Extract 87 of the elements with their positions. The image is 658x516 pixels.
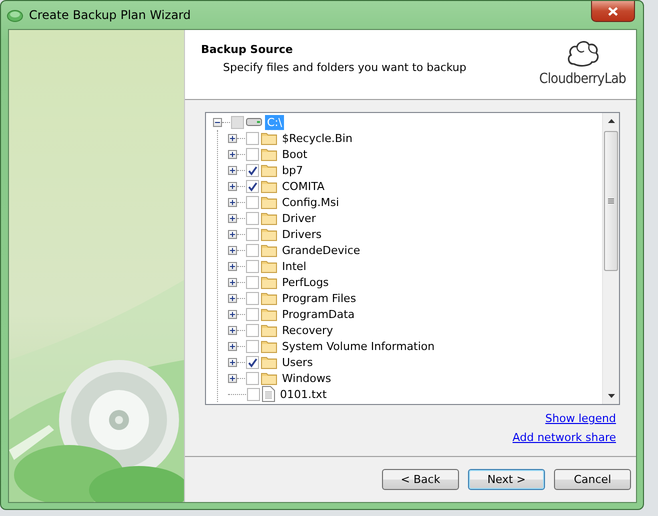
expand-icon[interactable] [228, 374, 237, 382]
folder-icon [261, 180, 277, 192]
checkbox[interactable] [246, 356, 259, 368]
expand-icon[interactable] [228, 150, 237, 158]
tree-item[interactable]: Users [280, 354, 315, 370]
cloud-logo-icon [566, 38, 600, 68]
logo-text: CloudberryLab [539, 71, 626, 87]
close-button[interactable] [591, 1, 635, 22]
checkbox[interactable] [231, 116, 244, 128]
tree-item[interactable]: ProgramData [280, 306, 357, 322]
checkbox[interactable] [246, 180, 259, 192]
folder-icon [261, 356, 277, 368]
tree-item[interactable]: System Volume Information [280, 338, 437, 354]
scrollbar[interactable] [602, 113, 619, 404]
tree-item[interactable]: Config.Msi [280, 194, 342, 210]
folder-icon [261, 276, 277, 288]
wizard-button[interactable]: Next > [468, 469, 545, 490]
cloud-icon [7, 8, 23, 22]
folder-icon [261, 212, 277, 224]
checkbox[interactable] [246, 372, 259, 384]
folder-icon [261, 164, 277, 176]
folder-icon [261, 228, 277, 240]
expand-icon[interactable] [228, 230, 237, 238]
wizard-button[interactable]: Cancel [554, 469, 631, 490]
link[interactable]: Add network share [512, 431, 616, 444]
tree-item[interactable]: PerfLogs [280, 274, 331, 290]
checkbox[interactable] [246, 148, 259, 160]
tree-item[interactable]: GrandeDevice [280, 242, 362, 258]
checkbox[interactable] [246, 292, 259, 304]
checkbox[interactable] [246, 212, 259, 224]
folder-icon [261, 244, 277, 256]
page-title: Backup Source [201, 43, 294, 56]
expand-icon[interactable] [228, 310, 237, 318]
expand-icon[interactable] [228, 166, 237, 174]
folder-icon [261, 148, 277, 160]
checkbox[interactable] [246, 228, 259, 240]
tree-item[interactable]: Intel [280, 258, 308, 274]
link[interactable]: Show legend [545, 412, 616, 425]
expand-icon[interactable] [228, 214, 237, 222]
tree-item[interactable]: Program Files [280, 290, 358, 306]
checkbox[interactable] [246, 244, 259, 256]
folder-icon [261, 340, 277, 352]
tree-item[interactable]: bp7 [280, 162, 305, 178]
checkbox[interactable] [246, 308, 259, 320]
wizard-button[interactable]: < Back [382, 469, 459, 490]
folder-icon [261, 196, 277, 208]
expand-icon[interactable] [228, 326, 237, 334]
expand-icon[interactable] [228, 278, 237, 286]
expand-icon[interactable] [228, 294, 237, 302]
folder-icon [261, 372, 277, 384]
expand-icon[interactable] [228, 246, 237, 254]
checkbox[interactable] [247, 388, 260, 400]
folder-icon [261, 260, 277, 272]
folder-icon [261, 292, 277, 304]
tree-item[interactable]: Windows [280, 370, 334, 386]
tree-item[interactable]: $Recycle.Bin [280, 130, 354, 146]
expand-icon[interactable] [228, 342, 237, 350]
expand-icon[interactable] [228, 182, 237, 190]
text-file-icon [262, 386, 275, 402]
checkbox[interactable] [246, 132, 259, 144]
tree-item[interactable]: Recovery [280, 322, 336, 338]
expand-icon[interactable] [228, 198, 237, 206]
expand-icon[interactable] [228, 358, 237, 366]
grip-icon [608, 198, 614, 204]
tree-item[interactable]: 0101.txt [278, 386, 329, 402]
window-title: Create Backup Plan Wizard [29, 8, 191, 22]
checkbox[interactable] [246, 276, 259, 288]
expand-icon[interactable] [228, 262, 237, 270]
page-subtitle: Specify files and folders you want to backup [222, 61, 466, 74]
scroll-down-icon[interactable] [608, 394, 614, 398]
checkbox[interactable] [246, 196, 259, 208]
checkbox[interactable] [246, 260, 259, 272]
folder-icon [261, 132, 277, 144]
tree-item[interactable]: COMITA [280, 178, 326, 194]
checkbox[interactable] [246, 164, 259, 176]
expand-icon[interactable] [228, 134, 237, 142]
drive-icon [246, 117, 262, 127]
scroll-up-icon[interactable] [608, 119, 614, 123]
tree-item[interactable]: Boot [280, 146, 310, 162]
collapse-icon[interactable] [213, 118, 222, 126]
close-icon [608, 6, 618, 16]
tree-item[interactable]: Drivers [280, 226, 324, 242]
checkbox[interactable] [246, 340, 259, 352]
tree-item[interactable]: Driver [280, 210, 318, 226]
checkbox[interactable] [246, 324, 259, 336]
folder-icon [261, 308, 277, 320]
folder-icon [261, 324, 277, 336]
